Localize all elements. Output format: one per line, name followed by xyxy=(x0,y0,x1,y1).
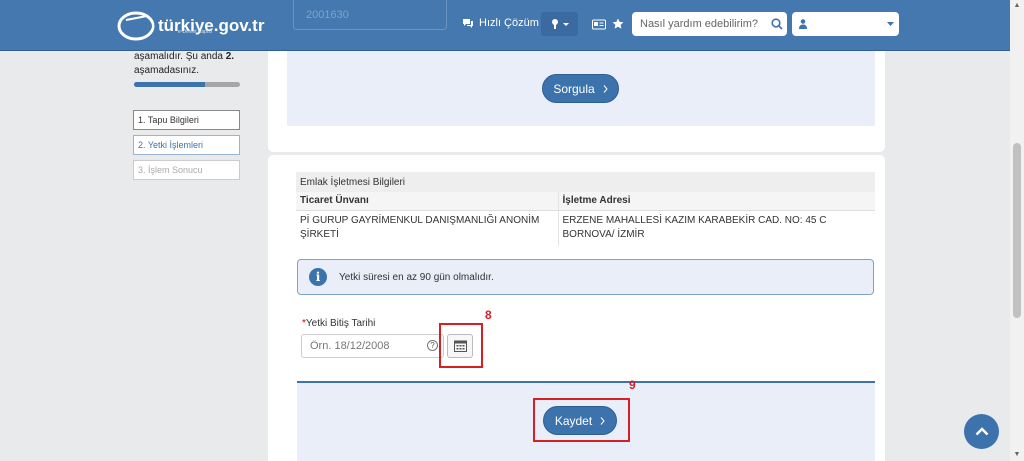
user-icon xyxy=(799,19,807,29)
logo-subtitle: e-Devlet Kapısı xyxy=(178,29,213,35)
end-date-field xyxy=(301,334,444,358)
step-islem-sonucu: 3. İşlem Sonucu xyxy=(133,160,240,180)
annotation-9: 9 xyxy=(629,378,636,392)
column-header: İşletme Adresi xyxy=(558,192,875,211)
current-step-number: 2. xyxy=(225,51,235,62)
quick-solution-label: Hızlı Çözüm xyxy=(479,17,539,29)
table-row: Pİ GURUP GAYRİMENKUL DANIŞMANLIĞI ANONİM… xyxy=(296,210,875,246)
star-icon xyxy=(612,18,624,29)
help-icon[interactable]: ? xyxy=(427,340,438,351)
scrollbar-thumb[interactable] xyxy=(1013,143,1021,318)
chevron-up-icon xyxy=(975,427,988,436)
save-highlight-box xyxy=(533,398,630,442)
query-button[interactable]: Sorgula xyxy=(542,74,619,103)
crescent-logo-icon xyxy=(116,8,156,44)
top-header: 2001630 türkiye.gov.tr e-Devlet Kapısı H… xyxy=(0,0,1010,51)
annotation-8: 8 xyxy=(485,308,492,322)
end-date-input[interactable] xyxy=(302,335,422,357)
end-date-label-text: Yetki Bitiş Tarihi xyxy=(305,318,376,329)
business-info-table: Emlak İşletmesi Bilgileri Ticaret Ünvanı… xyxy=(296,172,875,246)
business-address-cell: ERZENE MAHALLESİ KAZIM KARABEKİR CAD. NO… xyxy=(562,215,827,241)
trade-name-cell: Pİ GURUP GAYRİMENKUL DANIŞMANLIĞI ANONİM… xyxy=(296,210,559,246)
table-caption: Emlak İşletmesi Bilgileri xyxy=(296,172,875,192)
step-label: 2. Yetki İşlemleri xyxy=(138,140,204,150)
table-header-row: Ticaret Ünvanı İşletme Adresi xyxy=(296,192,875,211)
info-notice-text: Yetki süresi en az 90 gün olmalıdır. xyxy=(339,271,494,283)
info-icon: i xyxy=(309,268,327,286)
end-date-label: *Yetki Bitiş Tarihi xyxy=(302,318,375,329)
progress-text-1: aşamalıdır. Şu anda xyxy=(134,51,226,62)
step-tapu-bilgileri[interactable]: 1. Tapu Bilgileri xyxy=(133,110,240,130)
scroll-up-arrow-icon[interactable]: ▲ xyxy=(1012,2,1022,9)
scroll-down-arrow-icon[interactable]: ▼ xyxy=(1012,451,1022,458)
chat-icon xyxy=(463,19,473,28)
turkiye-gov-logo[interactable]: türkiye.gov.tr xyxy=(116,8,264,44)
info-notice: i Yetki süresi en az 90 gün olmalıdır. xyxy=(297,259,874,295)
back-to-top-button[interactable] xyxy=(964,414,999,449)
chevron-right-icon xyxy=(603,84,608,93)
progress-text-2: aşamadasınız. xyxy=(134,65,200,76)
key-icon xyxy=(551,19,569,29)
underlying-input-value: 2001630 xyxy=(306,9,349,21)
favorites-button[interactable] xyxy=(611,12,625,36)
calendar-highlight-box xyxy=(439,323,483,368)
help-search-box xyxy=(632,12,787,36)
id-card-icon xyxy=(592,19,606,29)
id-card-button[interactable] xyxy=(591,12,607,36)
step-label: 3. İşlem Sonucu xyxy=(138,165,203,175)
search-icon[interactable] xyxy=(771,18,783,30)
column-header: Ticaret Ünvanı xyxy=(296,192,559,211)
progress-description: aşamalıdır. Şu anda 2. aşamadasınız. xyxy=(134,50,244,78)
tools-menu-button[interactable] xyxy=(541,12,578,36)
step-label: 1. Tapu Bilgileri xyxy=(138,115,199,125)
quick-solution-link[interactable]: Hızlı Çözüm xyxy=(462,17,539,29)
step-yetki-islemleri[interactable]: 2. Yetki İşlemleri xyxy=(133,135,240,155)
chevron-down-icon xyxy=(887,22,894,26)
help-search-input[interactable] xyxy=(632,12,765,36)
step-progress-fill xyxy=(134,82,206,87)
query-button-label: Sorgula xyxy=(553,81,595,96)
user-menu-dropdown[interactable] xyxy=(792,12,899,36)
step-progress-bar xyxy=(134,82,240,87)
table-caption-row: Emlak İşletmesi Bilgileri xyxy=(296,172,875,192)
